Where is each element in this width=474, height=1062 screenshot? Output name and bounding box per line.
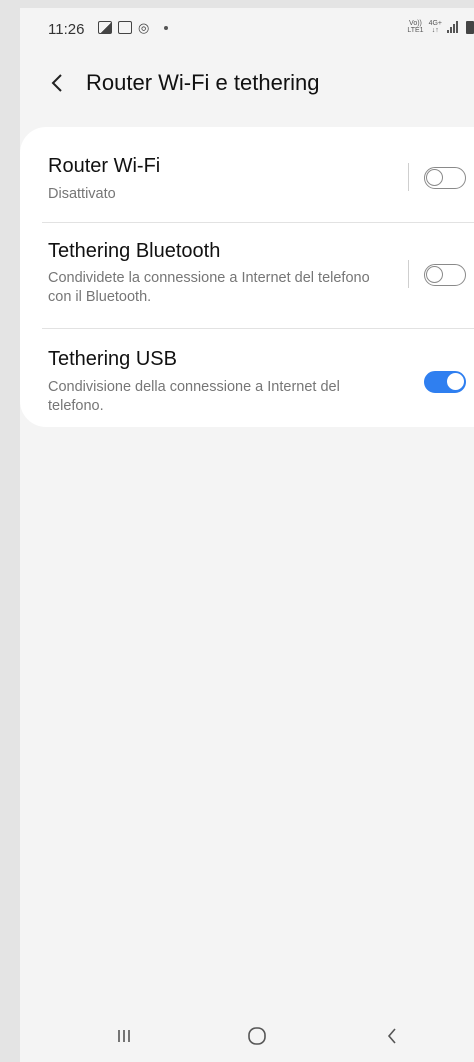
toggle-knob <box>426 169 443 186</box>
setting-subtitle: Condivisione della connessione a Interne… <box>48 379 340 414</box>
status-icons-left: ◎ <box>98 21 168 34</box>
navigation-bar <box>20 1008 474 1062</box>
setting-subtitle: Condividete la connessione a Internet de… <box>48 270 370 305</box>
gallery-icon <box>98 21 112 34</box>
outer-frame-top <box>0 0 474 8</box>
phone-screen: 11:26 ◎ Vo)) LTE1 4G+ ↓↑ Router Wi-Fi e … <box>20 8 474 1062</box>
usb-tethering-toggle[interactable] <box>424 371 466 393</box>
recents-icon[interactable] <box>104 1024 144 1048</box>
back-arrow-icon[interactable] <box>42 68 72 98</box>
volte-bottom-label: LTE1 <box>407 27 424 34</box>
nav-back-icon[interactable] <box>372 1024 412 1048</box>
outer-frame-left <box>0 0 20 1062</box>
notification-dot-icon <box>164 25 168 30</box>
setting-row-usb-tethering[interactable]: Tethering USB Condivisione della conness… <box>20 329 474 427</box>
status-time: 11:26 <box>48 21 85 38</box>
network-type-label: 4G+ <box>428 20 442 27</box>
volte-indicator: Vo)) LTE1 <box>407 20 423 34</box>
setting-row-bluetooth-tethering[interactable]: Tethering Bluetooth Condividete la conne… <box>20 223 474 328</box>
app-bar: Router Wi-Fi e tethering <box>20 52 474 116</box>
setting-title: Router Wi-Fi <box>48 155 161 177</box>
setting-subtitle: Disattivato <box>48 186 116 202</box>
bluetooth-tethering-toggle[interactable] <box>424 264 466 286</box>
screen-recorder-icon <box>118 21 132 34</box>
toggle-knob <box>426 266 443 283</box>
vertical-divider <box>408 163 409 191</box>
setting-row-router-wifi[interactable]: Router Wi-Fi Disattivato <box>20 127 474 222</box>
setting-title: Tethering USB <box>48 348 177 370</box>
status-bar: 11:26 ◎ Vo)) LTE1 4G+ ↓↑ <box>20 8 474 52</box>
network-activity-label: ↓↑ <box>431 27 439 34</box>
status-icons-right: Vo)) LTE1 4G+ ↓↑ <box>407 20 474 34</box>
toggle-knob <box>446 372 465 391</box>
home-icon[interactable] <box>237 1024 277 1048</box>
page-title: Router Wi-Fi e tethering <box>86 70 320 95</box>
data-saver-icon: ◎ <box>138 20 150 35</box>
signal-icon <box>447 21 461 33</box>
router-wifi-toggle[interactable] <box>424 167 466 189</box>
settings-card: Router Wi-Fi Disattivato Tethering Bluet… <box>20 127 474 427</box>
battery-icon <box>466 20 474 34</box>
volte-top-label: Vo)) <box>409 20 422 27</box>
vertical-divider <box>408 260 409 288</box>
setting-title: Tethering Bluetooth <box>48 240 221 262</box>
network-indicator: 4G+ ↓↑ <box>429 20 442 34</box>
